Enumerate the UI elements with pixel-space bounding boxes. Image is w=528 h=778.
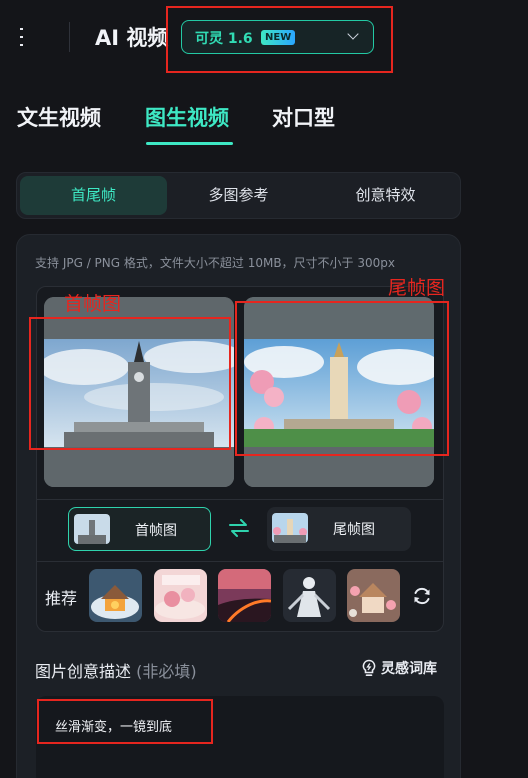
active-tab-indicator (146, 142, 233, 145)
tower-landscape-image (44, 297, 234, 487)
snow-cottage-thumbnail[interactable] (89, 569, 142, 622)
pink-candy-thumbnail[interactable] (154, 569, 207, 622)
last-frame-pill[interactable]: 尾帧图 (267, 507, 411, 551)
tab-lip-sync[interactable]: 对口型 (272, 102, 335, 132)
lightbulb-icon (362, 659, 376, 676)
first-frame-annotation: 首帧图 (64, 293, 122, 315)
first-frame-thumbnail (74, 514, 110, 544)
model-name: 可灵 1.6 (195, 31, 253, 47)
subtab-first-last-frame[interactable]: 首尾帧 (20, 176, 167, 215)
refresh-icon[interactable] (412, 586, 432, 606)
inspiration-library-label: 灵感词库 (381, 661, 437, 677)
last-frame-image[interactable] (244, 297, 434, 487)
first-frame-pill-label: 首帧图 (135, 523, 177, 539)
sub-tab-bar: 首尾帧 多图参考 创意特效 (16, 172, 461, 219)
main-tab-bar: 文生视频 图生视频 对口型 (0, 98, 528, 148)
chevron-down-icon (347, 28, 359, 40)
subtab-multi-image-reference[interactable]: 多图参考 (165, 176, 312, 215)
top-bar: AI 视频 可灵 1.6 NEW (0, 0, 528, 76)
white-figure-thumbnail[interactable] (283, 569, 336, 622)
subtab-creative-effects[interactable]: 创意特效 (312, 176, 459, 215)
page-title: AI 视频 (95, 26, 169, 50)
first-frame-image[interactable] (44, 297, 234, 487)
model-selector[interactable]: 可灵 1.6 NEW (181, 20, 374, 54)
last-frame-pill-label: 尾帧图 (333, 522, 375, 538)
recommend-label: 推荐 (45, 589, 78, 608)
prompt-text: 丝滑渐变，一镜到底 (55, 720, 173, 735)
tab-text-to-video[interactable]: 文生视频 (17, 102, 101, 132)
lava-road-thumbnail[interactable] (218, 569, 271, 622)
last-frame-thumbnail (272, 513, 308, 543)
last-frame-annotation: 尾帧图 (388, 277, 446, 299)
recommend-divider (37, 561, 443, 562)
hamburger-menu-icon[interactable] (20, 27, 42, 47)
new-badge: NEW (261, 30, 296, 45)
description-title-text: 图片创意描述 (35, 662, 132, 681)
first-frame-pill[interactable]: 首帧图 (68, 507, 211, 551)
flower-house-thumbnail[interactable] (347, 569, 400, 622)
prompt-textarea[interactable] (36, 696, 444, 778)
upload-divider (37, 499, 443, 500)
description-title: 图片创意描述 (非必填) (35, 658, 197, 682)
tab-image-to-video[interactable]: 图生视频 (145, 102, 229, 132)
flower-tower-image (244, 297, 434, 487)
swap-arrows-icon[interactable] (229, 519, 249, 537)
upload-hint: 支持 JPG / PNG 格式，文件大小不超过 10MB，尺寸不小于 300px (35, 256, 395, 270)
header-divider (69, 22, 70, 52)
description-optional-note: (非必填) (136, 662, 197, 681)
